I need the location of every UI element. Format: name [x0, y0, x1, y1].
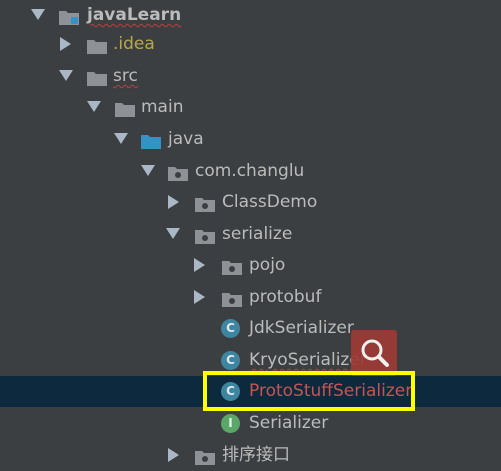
tree-node-serializer[interactable]: I Serializer	[0, 408, 501, 439]
package-icon	[194, 227, 215, 244]
expand-arrow-icon[interactable]	[59, 70, 73, 81]
package-icon	[194, 195, 215, 212]
tree-node-label: Serializer	[249, 413, 329, 433]
tree-node-label: pojo	[249, 255, 286, 275]
package-icon	[221, 290, 242, 307]
collapse-arrow-icon[interactable]	[194, 290, 205, 304]
tree-node-label: serialize	[222, 224, 293, 244]
collapse-arrow-icon[interactable]	[60, 37, 71, 51]
source-folder-icon	[140, 132, 161, 149]
tree-node-idea[interactable]: .idea	[0, 29, 501, 60]
tree-node-jdkserializer[interactable]: C JdkSerializer	[0, 313, 501, 344]
tree-node-label: .idea	[113, 34, 155, 54]
tree-node-label: javaLearn	[87, 5, 182, 25]
tree-node-main[interactable]: main	[0, 92, 501, 123]
collapse-arrow-icon[interactable]	[194, 258, 205, 272]
package-icon	[194, 448, 215, 465]
expand-arrow-icon[interactable]	[31, 9, 45, 20]
folder-icon	[86, 69, 107, 86]
tree-node-label: ClassDemo	[222, 192, 318, 212]
package-icon	[167, 164, 188, 181]
expand-arrow-icon[interactable]	[141, 165, 155, 176]
highlight-annotation-box	[203, 371, 415, 411]
tree-node-label: protobuf	[249, 287, 322, 307]
tree-node-sort-interface[interactable]: 排序接口	[0, 440, 501, 471]
tree-node-label: 排序接口	[222, 445, 290, 465]
tree-node-label: com.changlu	[195, 161, 305, 181]
expand-arrow-icon[interactable]	[87, 101, 101, 112]
expand-arrow-icon[interactable]	[114, 133, 128, 144]
expand-arrow-icon[interactable]	[166, 228, 180, 239]
tree-node-classdemo[interactable]: ClassDemo	[0, 187, 501, 218]
collapse-arrow-icon[interactable]	[168, 195, 179, 209]
tree-node-label: src	[113, 66, 138, 86]
collapse-arrow-icon[interactable]	[168, 448, 179, 462]
class-icon: C	[221, 351, 240, 370]
tree-node-label: java	[168, 129, 204, 149]
package-icon	[221, 258, 242, 275]
search-icon	[361, 339, 389, 367]
project-tree: javaLearn .idea src main java com.changl…	[0, 0, 501, 465]
tree-node-package[interactable]: com.changlu	[0, 156, 501, 187]
tree-node-label: main	[141, 97, 184, 117]
tree-node-protobuf[interactable]: protobuf	[0, 282, 501, 313]
interface-icon: I	[221, 414, 240, 433]
tree-node-src[interactable]: src	[0, 61, 501, 92]
module-folder-icon	[58, 8, 79, 25]
tree-node-label: JdkSerializer	[249, 318, 354, 338]
tree-node-pojo[interactable]: pojo	[0, 250, 501, 281]
tree-node-javalearn[interactable]: javaLearn	[0, 0, 501, 31]
class-icon: C	[221, 319, 240, 338]
folder-icon	[86, 37, 107, 54]
search-overlay[interactable]	[351, 330, 397, 376]
tree-node-java[interactable]: java	[0, 124, 501, 155]
tree-node-serialize[interactable]: serialize	[0, 219, 501, 250]
tree-node-label: KryoSerializer	[249, 350, 367, 370]
folder-icon	[114, 100, 135, 117]
